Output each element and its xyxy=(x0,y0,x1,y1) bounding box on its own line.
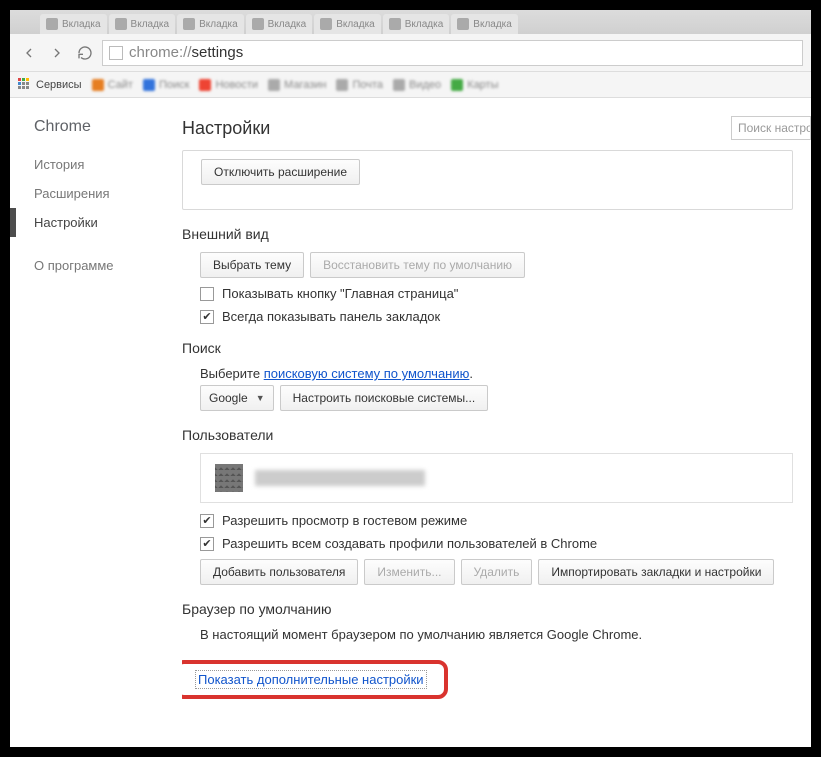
url-path: settings xyxy=(192,44,244,61)
tab-strip: Вкладка Вкладка Вкладка Вкладка Вкладка … xyxy=(10,10,811,34)
show-advanced-link[interactable]: Показать дополнительные настройки xyxy=(196,671,426,688)
user-name-redacted xyxy=(255,470,425,486)
browser-tab[interactable]: Вкладка xyxy=(177,14,244,34)
sidebar-item-extensions[interactable]: Расширения xyxy=(10,179,182,208)
show-home-label: Показывать кнопку "Главная страница" xyxy=(222,286,458,301)
highlight-annotation: Показать дополнительные настройки xyxy=(182,660,448,699)
page-title: Настройки xyxy=(182,118,270,139)
apps-shortcut[interactable]: Сервисы xyxy=(18,78,82,92)
section-title-search: Поиск xyxy=(182,340,811,356)
reset-theme-button[interactable]: Восстановить тему по умолчанию xyxy=(310,252,525,278)
show-home-checkbox[interactable] xyxy=(200,287,214,301)
url-scheme: chrome:// xyxy=(129,44,192,61)
current-user-box[interactable] xyxy=(200,453,793,503)
bookmark-item[interactable]: Поиск xyxy=(143,79,189,91)
delete-user-button[interactable]: Удалить xyxy=(461,559,533,585)
bookmark-item[interactable]: Видео xyxy=(393,79,441,91)
add-user-button[interactable]: Добавить пользователя xyxy=(200,559,358,585)
search-hint-suffix: . xyxy=(469,366,473,381)
browser-tab[interactable]: Вкладка xyxy=(40,14,107,34)
disable-extension-button[interactable]: Отключить расширение xyxy=(201,159,360,185)
manage-search-button[interactable]: Настроить поисковые системы... xyxy=(280,385,489,411)
search-engine-select[interactable]: Google ▼ xyxy=(200,385,274,411)
brand-label: Chrome xyxy=(10,118,182,150)
section-title-default-browser: Браузер по умолчанию xyxy=(182,601,811,617)
bookmark-item[interactable]: Карты xyxy=(451,79,498,91)
sidebar-item-about[interactable]: О программе xyxy=(10,251,182,280)
apps-icon xyxy=(18,78,32,92)
section-title-appearance: Внешний вид xyxy=(182,226,811,242)
bookmark-item[interactable]: Сайт xyxy=(92,79,133,91)
edit-user-button[interactable]: Изменить... xyxy=(364,559,454,585)
bookmark-item[interactable]: Магазин xyxy=(268,79,326,91)
sidebar-item-history[interactable]: История xyxy=(10,150,182,179)
settings-search-input[interactable]: Поиск настроек xyxy=(731,116,811,140)
browser-tab[interactable]: Вкладка xyxy=(383,14,450,34)
extension-box: Отключить расширение xyxy=(182,150,793,210)
anyone-add-profile-label: Разрешить всем создавать профили пользов… xyxy=(222,536,597,551)
address-bar[interactable]: chrome://settings xyxy=(102,40,803,66)
settings-main: Настройки Поиск настроек Отключить расши… xyxy=(182,98,811,747)
guest-browsing-checkbox[interactable] xyxy=(200,514,214,528)
avatar xyxy=(215,464,243,492)
show-bookmarks-label: Всегда показывать панель закладок xyxy=(222,309,440,324)
page-icon xyxy=(109,46,123,60)
default-search-link[interactable]: поисковую систему по умолчанию xyxy=(264,366,470,381)
caret-down-icon: ▼ xyxy=(256,393,265,403)
import-bookmarks-button[interactable]: Импортировать закладки и настройки xyxy=(538,559,774,585)
bookmark-item[interactable]: Почта xyxy=(336,79,383,91)
sidebar-item-settings[interactable]: Настройки xyxy=(10,208,182,237)
browser-tab[interactable]: Вкладка xyxy=(451,14,518,34)
reload-button[interactable] xyxy=(74,42,96,64)
section-title-users: Пользователи xyxy=(182,427,811,443)
browser-tab[interactable]: Вкладка xyxy=(314,14,381,34)
forward-button[interactable] xyxy=(46,42,68,64)
anyone-add-profile-checkbox[interactable] xyxy=(200,537,214,551)
settings-sidebar: Chrome История Расширения Настройки О пр… xyxy=(10,98,182,747)
show-bookmarks-checkbox[interactable] xyxy=(200,310,214,324)
toolbar: chrome://settings xyxy=(10,34,811,72)
browser-tab[interactable]: Вкладка xyxy=(109,14,176,34)
guest-browsing-label: Разрешить просмотр в гостевом режиме xyxy=(222,513,467,528)
bookmarks-bar: Сервисы Сайт Поиск Новости Магазин Почта… xyxy=(10,72,811,98)
bookmark-item[interactable]: Новости xyxy=(199,79,258,91)
back-button[interactable] xyxy=(18,42,40,64)
choose-theme-button[interactable]: Выбрать тему xyxy=(200,252,304,278)
default-browser-status: В настоящий момент браузером по умолчани… xyxy=(200,627,811,642)
search-hint-prefix: Выберите xyxy=(200,366,264,381)
browser-tab[interactable]: Вкладка xyxy=(246,14,313,34)
